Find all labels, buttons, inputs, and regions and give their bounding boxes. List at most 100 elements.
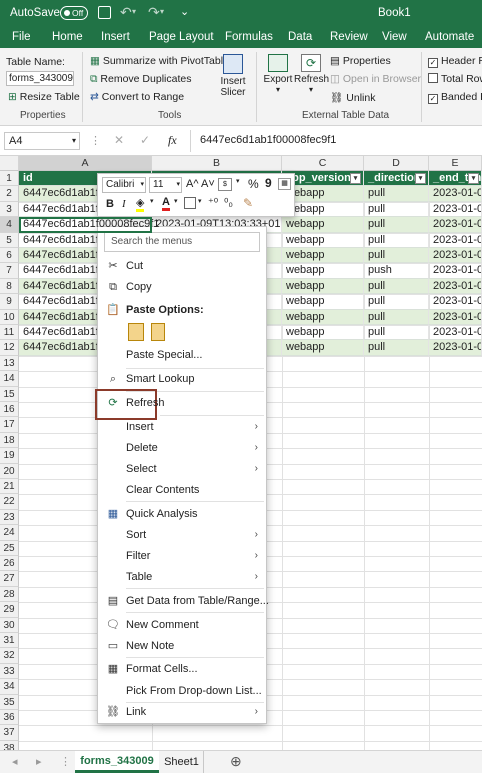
menu-item-clear-contents[interactable]: Clear Contents bbox=[98, 480, 266, 500]
tab-insert[interactable]: Insert bbox=[101, 31, 130, 43]
sheet-tab-sheet1[interactable]: Sheet1 bbox=[160, 751, 204, 773]
table-cell[interactable]: webapp bbox=[282, 278, 364, 295]
row-header[interactable]: 5 bbox=[0, 232, 19, 248]
menu-item-sort[interactable]: Sort › bbox=[98, 525, 266, 545]
shrink-font-button[interactable]: A˅ bbox=[201, 178, 215, 190]
row-header[interactable]: 28 bbox=[0, 586, 19, 603]
row-header[interactable]: 29 bbox=[0, 602, 19, 618]
unlink-button[interactable]: ⛓ Unlink bbox=[330, 91, 375, 104]
table-cell[interactable]: 2023-01-09 bbox=[429, 186, 482, 202]
header-row-checkbox[interactable]: ✓Header Ro bbox=[428, 55, 482, 68]
customize-qat-icon[interactable]: ⌄ bbox=[180, 5, 189, 18]
row-header[interactable]: 1 bbox=[0, 171, 19, 187]
prev-sheet-icon[interactable]: ◂ bbox=[12, 755, 18, 768]
next-sheet-icon[interactable]: ▸ bbox=[36, 755, 42, 768]
table-cell[interactable]: 6447ec6d1ab1f00008fec9f1 bbox=[19, 217, 159, 233]
row-header[interactable]: 2 bbox=[0, 186, 19, 202]
column-header-c[interactable]: C bbox=[282, 156, 364, 171]
row-header[interactable]: 21 bbox=[0, 479, 19, 495]
grow-font-button[interactable]: A^ bbox=[186, 178, 199, 190]
table-cell[interactable]: pull bbox=[364, 340, 429, 356]
table-cell[interactable]: 2023-01-09 bbox=[429, 217, 482, 233]
row-header[interactable]: 22 bbox=[0, 494, 19, 510]
filter-dropdown-icon[interactable]: ▾ bbox=[468, 173, 479, 184]
tab-view[interactable]: View bbox=[382, 31, 407, 43]
row-header[interactable]: 4 bbox=[0, 217, 19, 233]
paste-formatting-icon[interactable] bbox=[128, 323, 144, 341]
table-cell[interactable]: pull bbox=[364, 217, 429, 233]
row-header[interactable]: 27 bbox=[0, 571, 19, 587]
row-header[interactable]: 34 bbox=[0, 679, 19, 695]
undo-icon[interactable]: ↶ bbox=[120, 4, 132, 21]
menu-item-paste-special[interactable]: Paste Special... bbox=[98, 345, 266, 365]
table-cell[interactable]: webapp bbox=[282, 248, 364, 264]
menu-item-format-cells[interactable]: ▦ Format Cells... bbox=[98, 659, 266, 679]
row-header[interactable]: 26 bbox=[0, 556, 19, 572]
menu-item-cut[interactable]: ✂ Cut bbox=[98, 256, 266, 276]
row-header[interactable]: 14 bbox=[0, 371, 19, 387]
size-dropdown-icon[interactable]: ▾ bbox=[176, 178, 180, 192]
row-header[interactable]: 23 bbox=[0, 509, 19, 526]
row-header[interactable]: 16 bbox=[0, 402, 19, 418]
resize-table-button[interactable]: ⊞ Resize Table bbox=[8, 91, 80, 103]
add-sheet-icon[interactable]: ⊕ bbox=[230, 753, 242, 770]
fill-color-icon[interactable]: ◈ bbox=[136, 198, 145, 212]
menu-item-copy[interactable]: ⧉ Copy bbox=[98, 277, 266, 297]
filter-dropdown-icon[interactable]: ▾ bbox=[350, 173, 361, 184]
bold-button[interactable]: B bbox=[106, 198, 114, 210]
name-box[interactable]: A4 ▾ bbox=[4, 132, 80, 150]
row-header[interactable]: 36 bbox=[0, 710, 19, 726]
table-cell[interactable]: webapp bbox=[282, 217, 364, 233]
borders-dropdown-icon[interactable]: ▾ bbox=[198, 197, 202, 205]
increase-decimal-icon[interactable]: ⁺⁰ bbox=[208, 196, 218, 209]
menu-item-pick-from-list[interactable]: Pick From Drop-down List... bbox=[98, 681, 266, 701]
table-cell[interactable]: 2023-01-09 bbox=[429, 263, 482, 279]
redo-icon[interactable]: ↷ bbox=[148, 4, 160, 21]
summarize-pivot-button[interactable]: ▦ Summarize with PivotTable bbox=[90, 55, 229, 67]
tab-file[interactable]: File bbox=[12, 31, 31, 43]
row-header[interactable]: 15 bbox=[0, 386, 19, 402]
row-header[interactable]: 6 bbox=[0, 248, 19, 264]
select-all-corner[interactable] bbox=[0, 156, 19, 171]
row-header[interactable]: 12 bbox=[0, 340, 19, 356]
row-header[interactable]: 13 bbox=[0, 355, 19, 372]
export-button[interactable]: Export ▾ bbox=[262, 52, 294, 108]
row-header[interactable]: 37 bbox=[0, 725, 19, 741]
font-dropdown-icon[interactable]: ▾ bbox=[140, 178, 144, 192]
decrease-decimal-icon[interactable]: ⁰₀ bbox=[224, 196, 233, 209]
row-header[interactable]: 11 bbox=[0, 325, 19, 341]
row-header[interactable]: 17 bbox=[0, 417, 19, 433]
table-cell[interactable]: pull bbox=[364, 309, 429, 325]
table-cell[interactable]: pull bbox=[364, 232, 429, 248]
menu-item-new-note[interactable]: ▭ New Note bbox=[98, 636, 266, 656]
row-header[interactable]: 19 bbox=[0, 448, 19, 464]
table-cell[interactable]: pull bbox=[364, 201, 429, 218]
comma-style-button[interactable]: 9 bbox=[265, 176, 272, 190]
column-header-d[interactable]: D bbox=[364, 156, 429, 171]
menu-item-table[interactable]: Table › bbox=[98, 567, 266, 587]
table-cell[interactable]: pull bbox=[364, 248, 429, 264]
row-header[interactable]: 30 bbox=[0, 617, 19, 633]
table-name-input[interactable]: forms_343009 bbox=[6, 71, 74, 86]
menu-item-delete[interactable]: Delete › bbox=[98, 438, 266, 458]
row-header[interactable]: 3 bbox=[0, 201, 19, 218]
fill-dropdown-icon[interactable]: ▾ bbox=[150, 197, 154, 205]
table-cell[interactable]: 2023-01-09 bbox=[429, 248, 482, 264]
table-cell[interactable]: pull bbox=[364, 278, 429, 295]
column-header-a[interactable]: A bbox=[19, 156, 152, 171]
font-size-box[interactable]: 11 ▾ bbox=[149, 177, 182, 193]
row-header[interactable]: 31 bbox=[0, 633, 19, 649]
formula-input[interactable]: 6447ec6d1ab1f00008fec9f1 bbox=[200, 134, 336, 146]
menu-item-quick-analysis[interactable]: ▦ Quick Analysis bbox=[98, 504, 266, 524]
percent-button[interactable]: % bbox=[248, 177, 259, 191]
row-header[interactable]: 10 bbox=[0, 309, 19, 325]
table-cell[interactable]: 2023-01-09 bbox=[429, 201, 482, 218]
redo-dropdown-icon[interactable]: ▾ bbox=[160, 7, 164, 16]
table-header-cell[interactable]: _direction ▾ bbox=[364, 171, 429, 187]
refresh-ribbon-button[interactable]: ⟳ Refresh ▾ bbox=[294, 52, 329, 108]
table-cell[interactable]: push bbox=[364, 263, 429, 279]
autosave-toggle[interactable]: Off bbox=[60, 6, 88, 20]
table-cell[interactable]: 2023-01-09 bbox=[429, 340, 482, 356]
row-header[interactable]: 33 bbox=[0, 663, 19, 680]
table-cell[interactable]: 2023-01-09 bbox=[429, 278, 482, 295]
